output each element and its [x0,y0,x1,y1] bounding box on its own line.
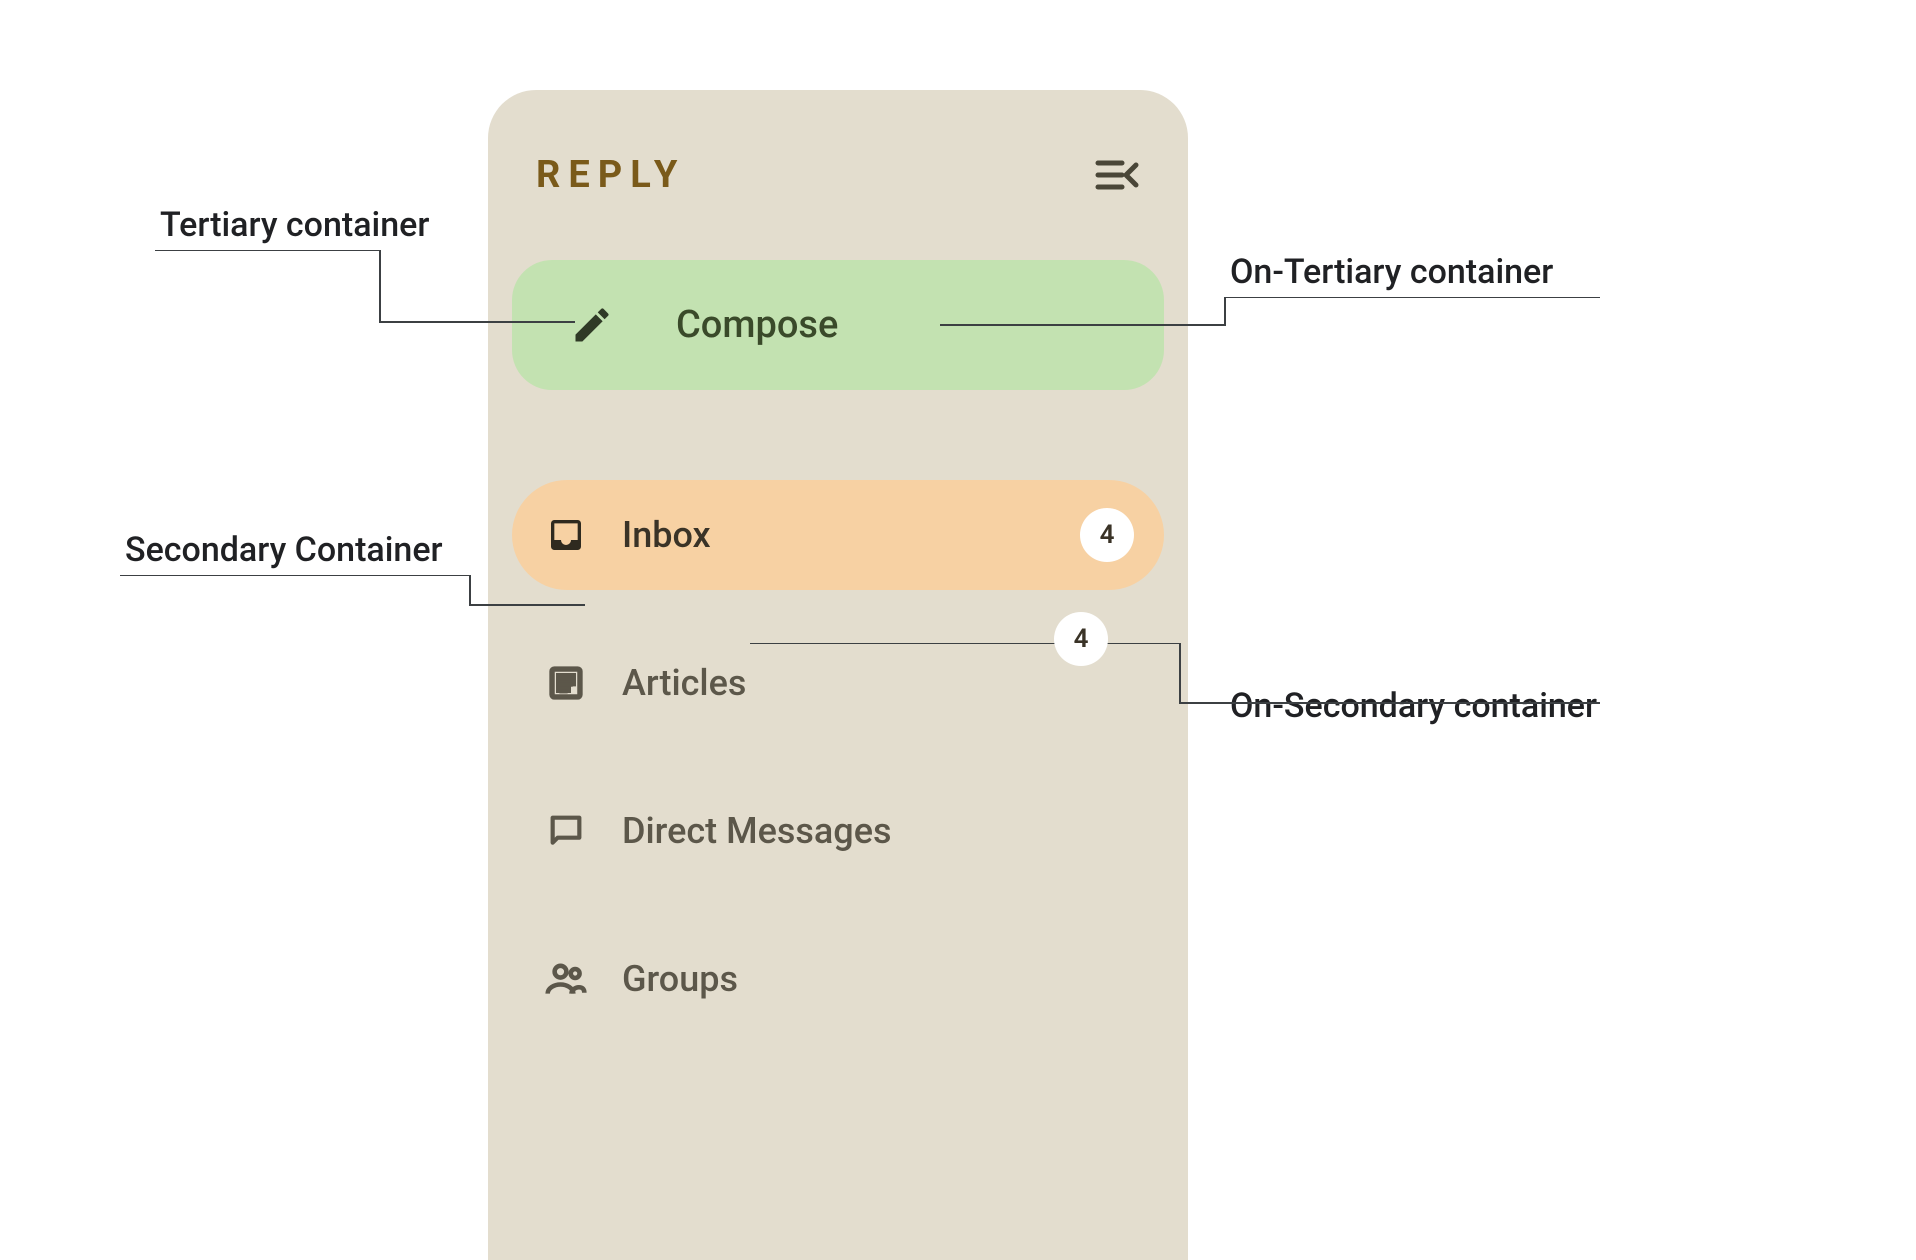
group-icon [542,957,590,1001]
nav-item-dms[interactable]: Direct Messages [512,776,1164,886]
article-icon [542,663,590,703]
nav-label-articles: Articles [622,662,746,704]
nav-item-inbox[interactable]: Inbox 4 [512,480,1164,590]
callout-tertiary: Tertiary container [160,205,429,245]
leader-tertiary [155,250,575,350]
pencil-icon [568,303,616,347]
menu-open-icon[interactable] [1092,151,1140,199]
brand-label: REPLY [536,153,685,197]
callout-secondary: Secondary Container [125,530,443,570]
leader-secondary [120,575,585,625]
nav-item-groups[interactable]: Groups [512,924,1164,1034]
nav-label-groups: Groups [622,958,738,1000]
compose-label: Compose [676,303,838,347]
chat-icon [542,811,590,851]
diagram-stage: REPLY Compose [0,0,1916,1260]
leader-on-secondary [750,643,1600,713]
badge-overlay: 4 [1054,612,1108,666]
drawer-header: REPLY [512,90,1164,260]
inbox-icon [542,515,590,555]
leader-on-tertiary [940,297,1600,337]
nav-label-inbox: Inbox [622,514,711,556]
callout-on-tertiary: On-Tertiary container [1230,252,1553,292]
nav-label-dms: Direct Messages [622,810,892,852]
nav-badge-inbox: 4 [1080,508,1134,562]
